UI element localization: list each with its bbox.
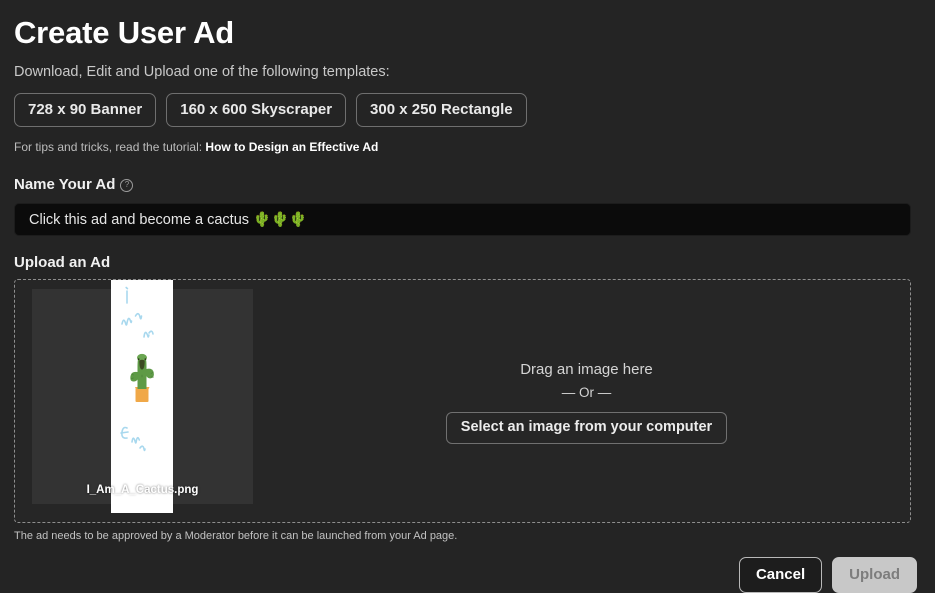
- name-field-label-text: Name Your Ad: [14, 176, 116, 193]
- cancel-button[interactable]: Cancel: [738, 557, 823, 593]
- ad-name-input[interactable]: [14, 203, 911, 236]
- select-image-button[interactable]: Select an image from your computer: [445, 411, 728, 444]
- image-dropzone[interactable]: I_Am_A_Cactus.png Drag an image here — O…: [14, 279, 911, 523]
- upload-section-label: Upload an Ad: [14, 254, 111, 271]
- drag-image-text: Drag an image here: [520, 360, 653, 378]
- tutorial-prefix: For tips and tricks, read the tutorial:: [14, 140, 206, 154]
- templates-instruction: Download, Edit and Upload one of the fol…: [14, 64, 390, 80]
- template-button-skyscraper[interactable]: 160 x 600 Skyscraper: [166, 93, 347, 127]
- or-separator-text: — Or —: [561, 384, 612, 400]
- thumbnail-preview-image: [111, 280, 173, 513]
- name-field-label: Name Your Ad: [14, 176, 921, 194]
- tutorial-link[interactable]: How to Design an Effective Ad: [205, 140, 378, 154]
- template-buttons: 728 x 90 Banner 160 x 600 Skyscraper 300…: [14, 93, 921, 127]
- tutorial-line: For tips and tricks, read the tutorial: …: [14, 140, 921, 155]
- template-button-banner[interactable]: 728 x 90 Banner: [14, 93, 157, 127]
- thumbnail-filename: I_Am_A_Cactus.png: [86, 484, 199, 496]
- dropzone-instructions: Drag an image here — Or — Select an imag…: [263, 280, 910, 522]
- upload-button[interactable]: Upload: [832, 557, 917, 593]
- uploaded-image-thumbnail[interactable]: I_Am_A_Cactus.png: [32, 280, 253, 513]
- form-actions: Cancel Upload: [14, 557, 921, 593]
- help-circle-icon[interactable]: [120, 178, 134, 192]
- template-button-rectangle[interactable]: 300 x 250 Rectangle: [356, 93, 527, 127]
- page-title: Create User Ad: [14, 15, 235, 50]
- moderation-note: The ad needs to be approved by a Moderat…: [14, 530, 458, 542]
- create-user-ad-page: Create User Ad Download, Edit and Upload…: [0, 0, 935, 593]
